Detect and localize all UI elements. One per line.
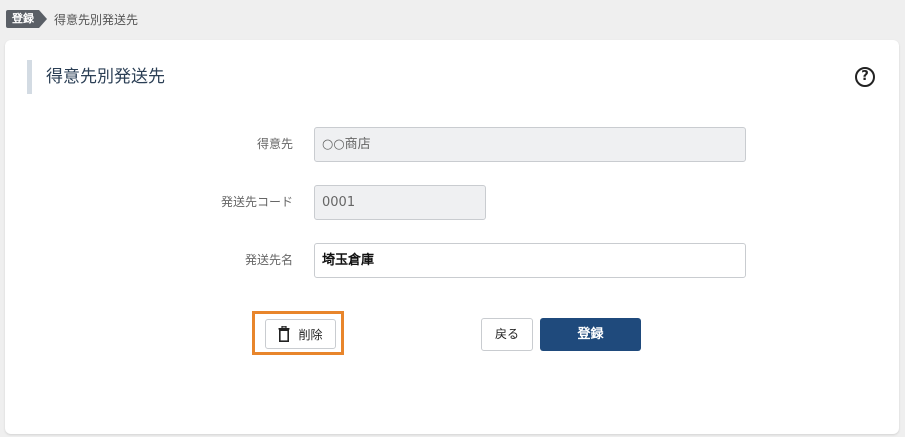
ship-code-row: 発送先コード 0001 [5,185,899,220]
customer-field: ○○商店 [314,127,746,162]
trash-icon [278,325,290,342]
ship-name-label: 発送先名 [244,253,293,267]
register-button[interactable]: 登録 [540,318,641,351]
form-card: 得意先別発送先 ? 得意先 ○○商店 発送先コード 0001 発送先名 埼玉倉庫… [5,40,899,434]
breadcrumb-badge[interactable]: 登録 [6,10,47,28]
delete-button-highlight: 削除 [252,311,344,355]
customer-row: 得意先 ○○商店 [5,127,899,162]
ship-code-label: 発送先コード [220,195,293,209]
customer-label: 得意先 [256,137,293,151]
delete-button[interactable]: 削除 [265,319,336,349]
page-title: 得意先別発送先 [27,60,165,94]
delete-button-label: 削除 [298,327,323,342]
ship-name-row: 発送先名 埼玉倉庫 [5,243,899,278]
back-button[interactable]: 戻る [481,318,533,351]
breadcrumb: 登録 得意先別発送先 [0,0,905,38]
breadcrumb-current: 得意先別発送先 [54,12,139,27]
ship-code-field: 0001 [314,185,486,220]
help-icon[interactable]: ? [855,67,875,87]
ship-name-input[interactable]: 埼玉倉庫 [314,243,746,278]
